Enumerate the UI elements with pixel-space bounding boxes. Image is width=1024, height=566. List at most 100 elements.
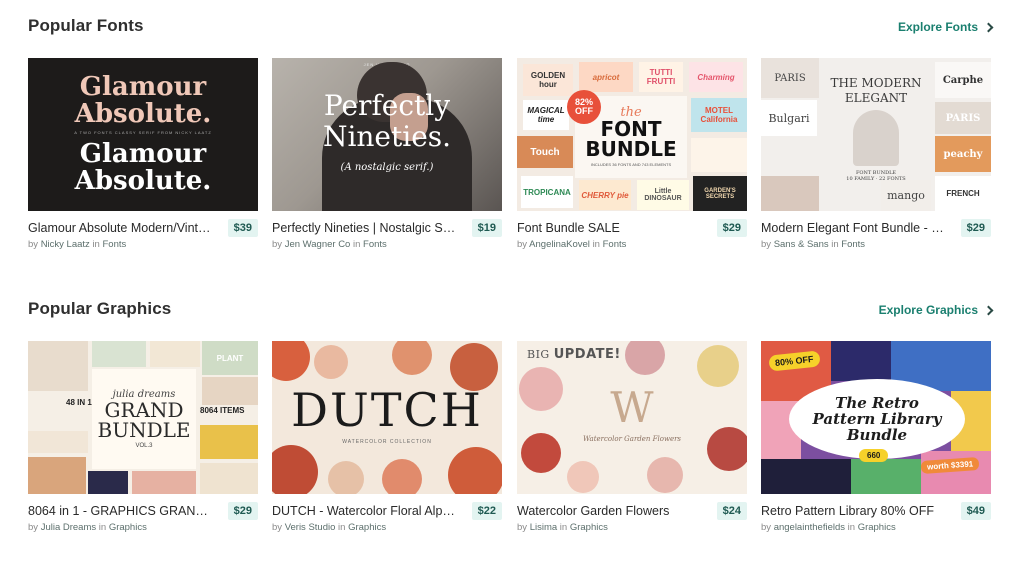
thumb-tile [831, 341, 891, 381]
author-link[interactable]: Sans & Sans [774, 239, 829, 250]
product-thumbnail[interactable]: Glamour Absolute. A TWO FONTS CLASSY SERI… [28, 58, 258, 211]
thumb-text: BUNDLE [97, 418, 191, 442]
product-thumbnail[interactable]: PARIS THE MODERN ELEGANT Carphe Bulgari P… [761, 58, 991, 211]
price-badge: $22 [471, 502, 502, 520]
product-card[interactable]: Glamour Absolute. A TWO FONTS CLASSY SERI… [28, 58, 258, 254]
product-thumbnail[interactable]: BIG UPDATE! W Watercolor Garden Flowers [517, 341, 747, 494]
author-link[interactable]: Jen Wagner Co [285, 239, 351, 250]
product-thumbnail[interactable]: PLANT julia dreams GRAND BUNDLE VOL.3 48… [28, 341, 258, 494]
byline: by Sans & Sans in Fonts [761, 239, 865, 250]
product-card[interactable]: PLANT julia dreams GRAND BUNDLE VOL.3 48… [28, 341, 258, 537]
product-card[interactable]: JEN WAGNER CO PerfectlyNineties. (A nost… [272, 58, 502, 254]
product-title[interactable]: Watercolor Garden Flowers [517, 504, 705, 518]
thumb-text: apricot [579, 62, 633, 92]
byline: by Nicky Laatz in Fonts [28, 239, 126, 250]
author-link[interactable]: AngelinaKovel [529, 239, 590, 250]
category-link[interactable]: Graphics [109, 522, 147, 533]
thumb-text: Bulgari [761, 100, 817, 136]
thumb-text: FRENCH [935, 176, 991, 211]
product-title[interactable]: Glamour Absolute Modern/Vint… [28, 221, 216, 235]
popular-graphics-section: Popular Graphics Explore Graphics PLANT [28, 297, 994, 533]
product-title[interactable]: Retro Pattern Library 80% OFF [761, 504, 949, 518]
thumb-text: MOTEL California [691, 98, 747, 132]
product-card[interactable]: GOLDEN hour apricot TUTTI FRUTTI Charmin… [517, 58, 747, 254]
byline-by: by [761, 522, 772, 533]
byline-in: in [559, 522, 568, 533]
author-link[interactable]: angelainthefields [774, 522, 845, 533]
product-card[interactable]: The Retro Pattern Library Bundle 80% OFF… [761, 341, 991, 537]
category-link[interactable]: Fonts [102, 239, 126, 250]
author-link[interactable]: Julia Dreams [41, 522, 96, 533]
thumb-text: FONT [600, 117, 662, 141]
flower-shape [328, 461, 364, 494]
price-badge: $19 [471, 219, 502, 237]
product-meta: Glamour Absolute Modern/Vint… $39 by Nic… [28, 217, 258, 257]
product-title[interactable]: Font Bundle SALE [517, 221, 705, 235]
thumb-text: 48 IN 1 [66, 398, 92, 407]
byline-by: by [517, 522, 528, 533]
product-meta: Perfectly Nineties | Nostalgic Serif $19… [272, 217, 502, 257]
category-link[interactable]: Fonts [841, 239, 865, 250]
discount-badge: 82% OFF [567, 90, 601, 124]
thumb-text: BUNDLE [585, 137, 677, 161]
category-link[interactable]: Fonts [363, 239, 387, 250]
product-meta: Modern Elegant Font Bundle - S… $29 by S… [761, 217, 991, 257]
thumb-text: PARIS [935, 102, 991, 134]
category-link[interactable]: Fonts [603, 239, 627, 250]
thumb-text: Bundle [846, 426, 908, 444]
byline-in: in [831, 239, 839, 250]
price-badge: $49 [960, 502, 991, 520]
thumb-text: GRAND [104, 398, 184, 422]
price-badge: $29 [716, 219, 747, 237]
author-link[interactable]: Veris Studio [285, 522, 336, 533]
thumb-text: WATERCOLOR COLLECTION [342, 439, 432, 445]
product-thumbnail[interactable]: GOLDEN hour apricot TUTTI FRUTTI Charmin… [517, 58, 747, 211]
thumb-text: MAGICAL time [523, 100, 569, 130]
thumb-text: Glamour [79, 72, 207, 102]
thumb-text: peachy [935, 136, 991, 172]
thumb-tile [28, 431, 88, 453]
thumb-text: Little DINOSAUR [637, 180, 689, 210]
product-thumbnail[interactable]: DUTCH WATERCOLOR COLLECTION [272, 341, 502, 494]
product-title[interactable]: DUTCH - Watercolor Floral Alph… [272, 504, 460, 518]
product-card[interactable]: BIG UPDATE! W Watercolor Garden Flowers … [517, 341, 747, 537]
byline-by: by [28, 239, 39, 250]
explore-graphics-label: Explore Graphics [878, 303, 978, 317]
section-title: Popular Graphics [28, 299, 172, 318]
thumb-text: The Retro [835, 394, 919, 412]
byline-in: in [92, 239, 100, 250]
thumb-text: GARDEN'S SECRETS [693, 176, 747, 211]
thumb-text: (A nostalgic serif.) [340, 162, 434, 173]
author-link[interactable]: Lisima [530, 522, 557, 533]
explore-graphics-link[interactable]: Explore Graphics [878, 303, 994, 317]
product-thumbnail[interactable]: JEN WAGNER CO PerfectlyNineties. (A nost… [272, 58, 502, 211]
product-title[interactable]: Perfectly Nineties | Nostalgic Serif [272, 221, 460, 235]
thumb-text: Watercolor Garden Flowers [582, 435, 682, 443]
byline-in: in [98, 522, 107, 533]
thumb-center: julia dreams GRAND BUNDLE VOL.3 [92, 369, 196, 469]
product-card[interactable]: DUTCH WATERCOLOR COLLECTION DUTCH - Wate… [272, 341, 502, 537]
price-badge: $29 [960, 219, 991, 237]
thumb-tile [92, 341, 146, 367]
byline: by Julia Dreams in Graphics [28, 522, 147, 533]
popular-fonts-section: Popular Fonts Explore Fonts Glamour Absol… [28, 14, 994, 250]
product-title[interactable]: Modern Elegant Font Bundle - S… [761, 221, 949, 235]
product-thumbnail[interactable]: The Retro Pattern Library Bundle 80% OFF… [761, 341, 991, 494]
category-link[interactable]: Graphics [348, 522, 386, 533]
product-card[interactable]: PARIS THE MODERN ELEGANT Carphe Bulgari P… [761, 58, 991, 254]
thumb-text: TROPICANA [521, 176, 573, 208]
thumb-text: Carphe [935, 62, 991, 98]
explore-fonts-link[interactable]: Explore Fonts [898, 20, 994, 34]
flower-shape [382, 459, 422, 494]
category-link[interactable]: Graphics [858, 522, 896, 533]
flower-shape [272, 445, 318, 494]
product-title[interactable]: 8064 in 1 - GRAPHICS GRAND B… [28, 504, 216, 518]
thumb-text: PARIS [761, 58, 819, 98]
byline: by Veris Studio in Graphics [272, 522, 386, 533]
thumb-text: 8064 ITEMS [200, 406, 245, 415]
byline-in: in [592, 239, 600, 250]
chevron-right-icon [983, 22, 994, 33]
byline-in: in [847, 522, 856, 533]
category-link[interactable]: Graphics [570, 522, 608, 533]
author-link[interactable]: Nicky Laatz [41, 239, 90, 250]
